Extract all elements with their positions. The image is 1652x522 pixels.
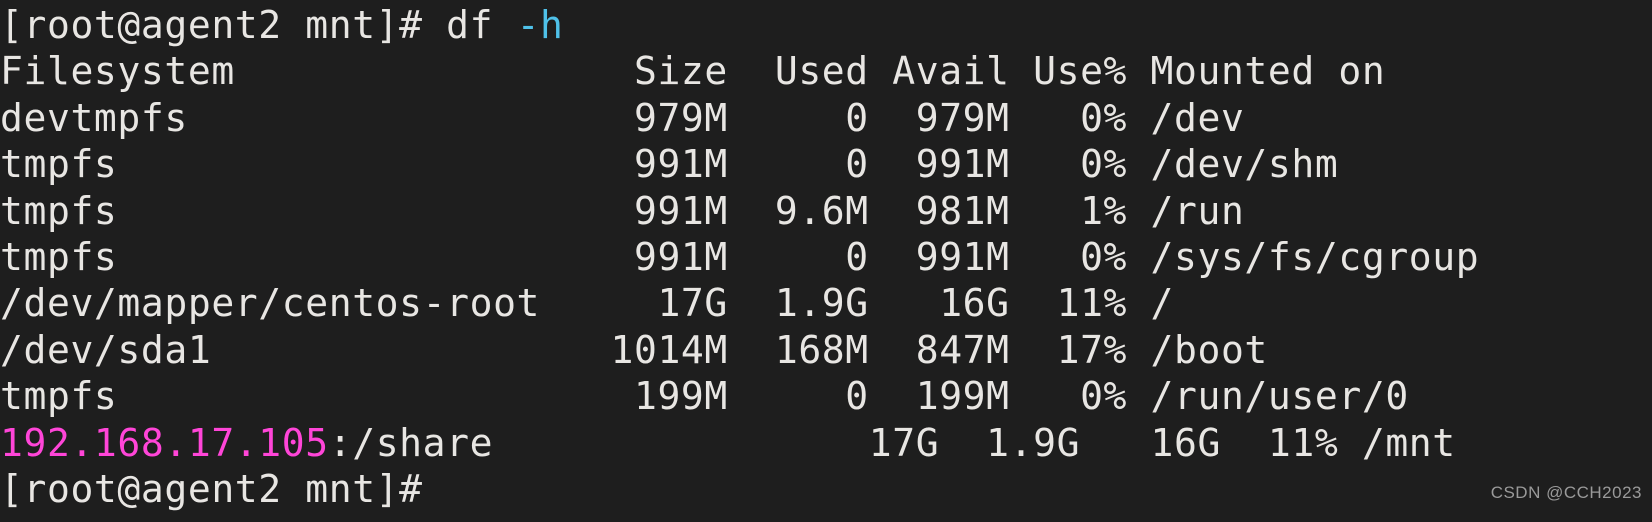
table-row: tmpfs 991M 0 991M 0% /sys/fs/cgroup <box>0 234 1652 280</box>
terminal-screen[interactable]: [root@agent2 mnt]# df -h Filesystem Size… <box>0 2 1652 512</box>
table-row-text-tmpfs-run: tmpfs 991M 9.6M 981M 1% /run <box>0 188 1245 233</box>
watermark: CSDN @CCH2023 <box>1490 482 1642 502</box>
table-row: /dev/mapper/centos-root 17G 1.9G 16G 11%… <box>0 280 1652 326</box>
nfs-host-address: 192.168.17.105 <box>0 420 329 465</box>
shell-prompt-trailing: [root@agent2 mnt]# <box>0 466 423 511</box>
terminal-window[interactable]: [root@agent2 mnt]# df -h Filesystem Size… <box>0 0 1652 522</box>
terminal-line-command: [root@agent2 mnt]# df -h <box>0 2 1652 48</box>
command-flag: -h <box>516 3 564 47</box>
table-row-text-tmpfs-cgroup: tmpfs 991M 0 991M 0% /sys/fs/cgroup <box>0 234 1480 279</box>
table-row: tmpfs 199M 0 199M 0% /run/user/0 <box>0 373 1652 419</box>
table-row: /dev/sda1 1014M 168M 847M 17% /boot <box>0 327 1652 373</box>
table-row-text-nfs-share: :/share 17G 1.9G 16G 11% /mnt <box>328 420 1456 465</box>
terminal-line-prompt-last: [root@agent2 mnt]# <box>0 466 1652 512</box>
table-row-text-devtmpfs: devtmpfs 979M 0 979M 0% /dev <box>0 95 1245 140</box>
table-row: tmpfs 991M 0 991M 0% /dev/shm <box>0 141 1652 187</box>
table-row-text-centos-root: /dev/mapper/centos-root 17G 1.9G 16G 11%… <box>0 281 1174 326</box>
table-row: devtmpfs 979M 0 979M 0% /dev <box>0 95 1652 141</box>
table-row: 192.168.17.105:/share 17G 1.9G 16G 11% /… <box>0 420 1652 466</box>
table-row-text-tmpfs-devshm: tmpfs 991M 0 991M 0% /dev/shm <box>0 142 1339 187</box>
table-row-text-tmpfs-runuser: tmpfs 199M 0 199M 0% /run/user/0 <box>0 374 1409 419</box>
table-header-row: Filesystem Size Used Avail Use% Mounted … <box>0 48 1652 94</box>
table-row: tmpfs 991M 9.6M 981M 1% /run <box>0 188 1652 234</box>
table-header-text: Filesystem Size Used Avail Use% Mounted … <box>0 49 1386 94</box>
table-row-text-sda1: /dev/sda1 1014M 168M 847M 17% /boot <box>0 327 1268 372</box>
shell-prompt: [root@agent2 mnt]# df <box>0 3 517 47</box>
